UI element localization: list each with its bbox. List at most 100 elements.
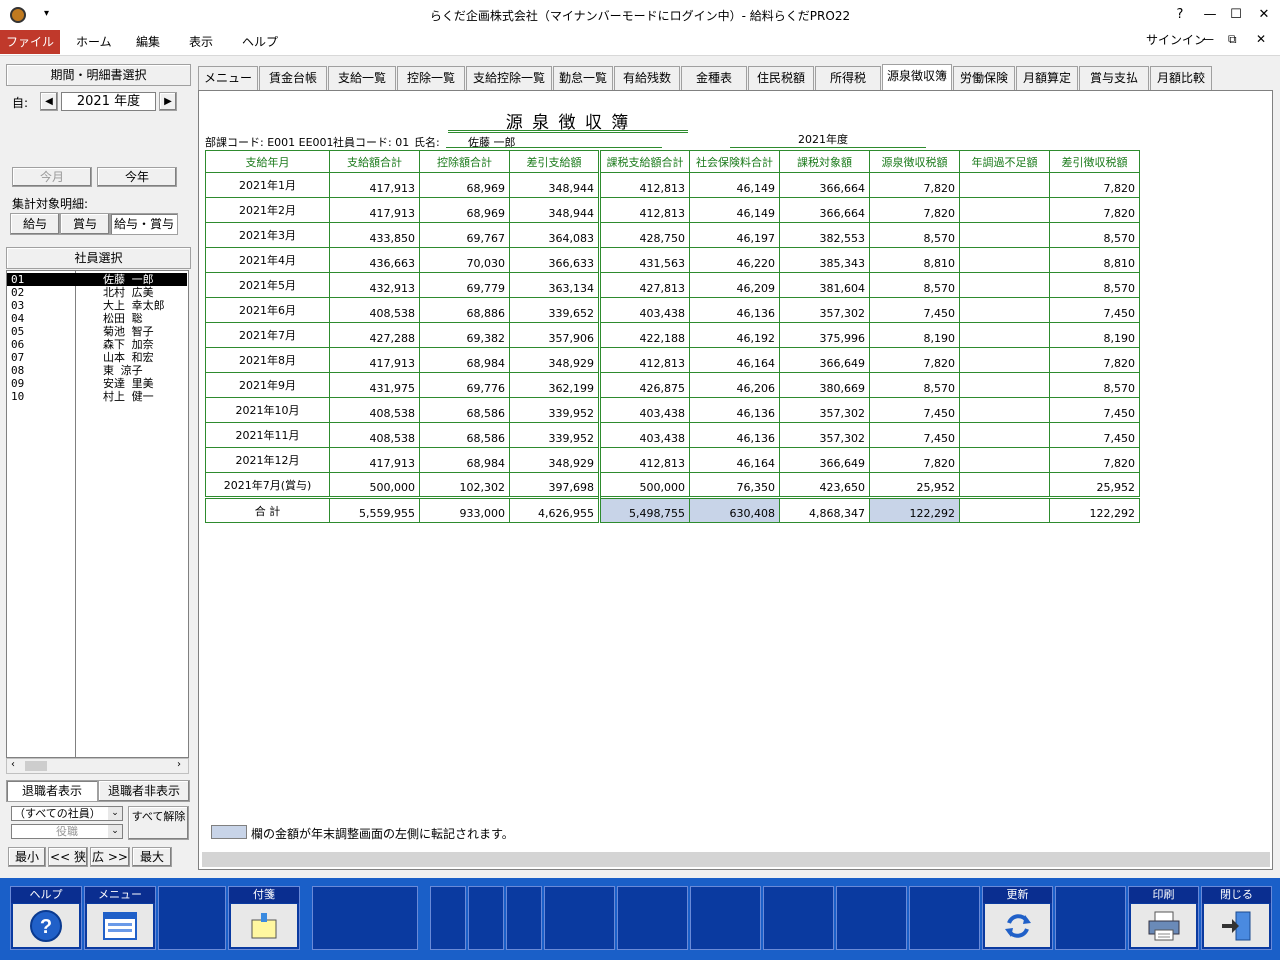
- employee-list-scrollbar[interactable]: ‹ ›: [6, 758, 189, 774]
- retired-show-tab[interactable]: 退職者表示: [6, 780, 98, 802]
- zoom-min-button[interactable]: 最小: [8, 847, 46, 867]
- employee-row[interactable]: 01 佐藤 一郎: [7, 273, 187, 286]
- employee-name: 松田 聡: [103, 312, 143, 325]
- role-filter-select[interactable]: 役職 ⌄: [11, 824, 123, 839]
- table-row: 2021年6月 408,538 68,886 339,652 403,438 46,136…: [205, 297, 1140, 323]
- this-month-button[interactable]: 今月: [12, 167, 92, 187]
- zoom-narrow-button[interactable]: << 狭: [48, 847, 88, 867]
- tab-9[interactable]: 所得税: [815, 66, 881, 90]
- tab-6[interactable]: 有給残数: [614, 66, 680, 90]
- note-fkey[interactable]: 付箋: [228, 886, 300, 950]
- menu-fkey[interactable]: メニュー: [84, 886, 156, 950]
- clear-all-button[interactable]: すべて解除: [128, 806, 189, 840]
- menu-help[interactable]: ヘルプ: [242, 30, 278, 54]
- amount-cell: 25,952: [869, 472, 960, 498]
- agg-both-button[interactable]: 給与・賞与: [110, 213, 178, 235]
- tab-11[interactable]: 労働保険: [953, 66, 1015, 90]
- amount-cell: 427,813: [598, 272, 690, 298]
- period-cell: 2021年4月: [205, 247, 330, 273]
- employee-row[interactable]: 09 安達 里美: [7, 377, 187, 390]
- agg-salary-button[interactable]: 給与: [10, 213, 60, 235]
- amount-cell: 76,350: [689, 472, 780, 498]
- horizontal-scrollbar[interactable]: [202, 852, 1270, 867]
- inner-minimize-button[interactable]: —: [1202, 32, 1214, 46]
- employee-row[interactable]: 03 大上 幸太郎: [7, 299, 187, 312]
- employee-row[interactable]: 07 山本 和宏: [7, 351, 187, 364]
- employee-list[interactable]: 01 佐藤 一郎 02 北村 広美 03 大上 幸太郎 04 松田 聡 05 菊池 智子 06 森下 …: [6, 270, 189, 758]
- maximize-button[interactable]: ☐: [1226, 5, 1246, 25]
- chevron-down-icon[interactable]: ⌄: [108, 807, 122, 820]
- retired-hide-tab[interactable]: 退職者非表示: [98, 780, 190, 802]
- close-fkey-label: 閉じる: [1202, 887, 1271, 903]
- tab-3[interactable]: 控除一覧: [397, 66, 465, 90]
- employee-filter-select[interactable]: （すべての社員） ⌄: [11, 806, 123, 821]
- employee-code: 08: [11, 364, 25, 377]
- amount-cell: [959, 322, 1050, 348]
- tab-7[interactable]: 金種表: [681, 66, 747, 90]
- amount-cell: 46,136: [689, 297, 780, 323]
- year-field[interactable]: 2021 年度: [61, 92, 156, 111]
- minimize-button[interactable]: —: [1200, 5, 1220, 25]
- menu-edit[interactable]: 編集: [136, 30, 160, 54]
- employee-code: 10: [11, 390, 25, 403]
- close-button[interactable]: ✕: [1254, 5, 1274, 25]
- employee-row[interactable]: 05 菊池 智子: [7, 325, 187, 338]
- employee-row[interactable]: 02 北村 広美: [7, 286, 187, 299]
- amount-cell: 4,868,347: [779, 496, 870, 523]
- next-year-button[interactable]: ▶: [159, 92, 177, 111]
- this-year-button[interactable]: 今年: [97, 167, 177, 187]
- sticky-note-icon: [231, 904, 297, 947]
- employee-row[interactable]: 08 東 涼子: [7, 364, 187, 377]
- employee-row[interactable]: 06 森下 加奈: [7, 338, 187, 351]
- amount-cell: 46,206: [689, 372, 780, 398]
- amount-cell: [959, 272, 1050, 298]
- zoom-max-button[interactable]: 最大: [132, 847, 172, 867]
- amount-cell: 417,913: [329, 447, 420, 473]
- scroll-left-icon[interactable]: ‹: [11, 759, 15, 770]
- column-header: 支給年月: [205, 150, 330, 173]
- employee-row[interactable]: 04 松田 聡: [7, 312, 187, 325]
- period-cell: 2021年8月: [205, 347, 330, 373]
- tab-8[interactable]: 住民税額: [748, 66, 814, 90]
- tab-13[interactable]: 賞与支払: [1079, 66, 1149, 90]
- inner-restore-button[interactable]: ⧉: [1228, 32, 1237, 47]
- help-icon: ?: [13, 904, 79, 947]
- prev-year-button[interactable]: ◀: [40, 92, 58, 111]
- tab-1[interactable]: 賃金台帳: [259, 66, 327, 90]
- column-header: 控除額合計: [419, 150, 510, 173]
- tab-0[interactable]: メニュー: [198, 66, 258, 90]
- menu-view[interactable]: 表示: [189, 30, 213, 54]
- signin-link[interactable]: サインイン: [1146, 31, 1206, 48]
- amount-cell: 348,944: [509, 197, 600, 223]
- close-fkey[interactable]: 閉じる: [1201, 886, 1272, 950]
- file-menu[interactable]: ファイル: [0, 30, 60, 54]
- column-header: 課税対象額: [779, 150, 870, 173]
- period-cell: 2021年3月: [205, 222, 330, 248]
- inner-close-button[interactable]: ✕: [1256, 32, 1266, 46]
- scroll-thumb[interactable]: [25, 761, 47, 771]
- amount-cell: 8,570: [1049, 272, 1140, 298]
- period-header: 期間・明細書選択: [6, 64, 191, 86]
- tab-14[interactable]: 月額比較: [1150, 66, 1212, 90]
- menu-home[interactable]: ホーム: [76, 30, 112, 54]
- amount-cell: 25,952: [1049, 472, 1140, 498]
- employee-name: 東 涼子: [103, 364, 143, 377]
- tab-5[interactable]: 勤怠一覧: [553, 66, 613, 90]
- tab-12[interactable]: 月額算定: [1016, 66, 1078, 90]
- refresh-fkey[interactable]: 更新: [982, 886, 1053, 950]
- help-icon[interactable]: ?: [1170, 5, 1190, 25]
- help-fkey[interactable]: ヘルプ ?: [10, 886, 82, 950]
- employee-row[interactable]: 10 村上 健一: [7, 390, 187, 403]
- scroll-right-icon[interactable]: ›: [177, 759, 181, 770]
- chevron-down-icon[interactable]: ⌄: [108, 825, 122, 838]
- aggregate-label: 集計対象明細:: [12, 197, 89, 211]
- empty-fkey-11: [909, 886, 980, 950]
- table-row: 2021年10月 408,538 68,586 339,952 403,438 46,13…: [205, 397, 1140, 423]
- tab-10[interactable]: 源泉徴収簿: [882, 64, 952, 90]
- tab-2[interactable]: 支給一覧: [328, 66, 396, 90]
- amount-cell: 8,570: [869, 372, 960, 398]
- tab-4[interactable]: 支給控除一覧: [466, 66, 552, 90]
- print-fkey[interactable]: 印刷: [1128, 886, 1199, 950]
- zoom-wide-button[interactable]: 広 >>: [90, 847, 130, 867]
- agg-bonus-button[interactable]: 賞与: [60, 213, 110, 235]
